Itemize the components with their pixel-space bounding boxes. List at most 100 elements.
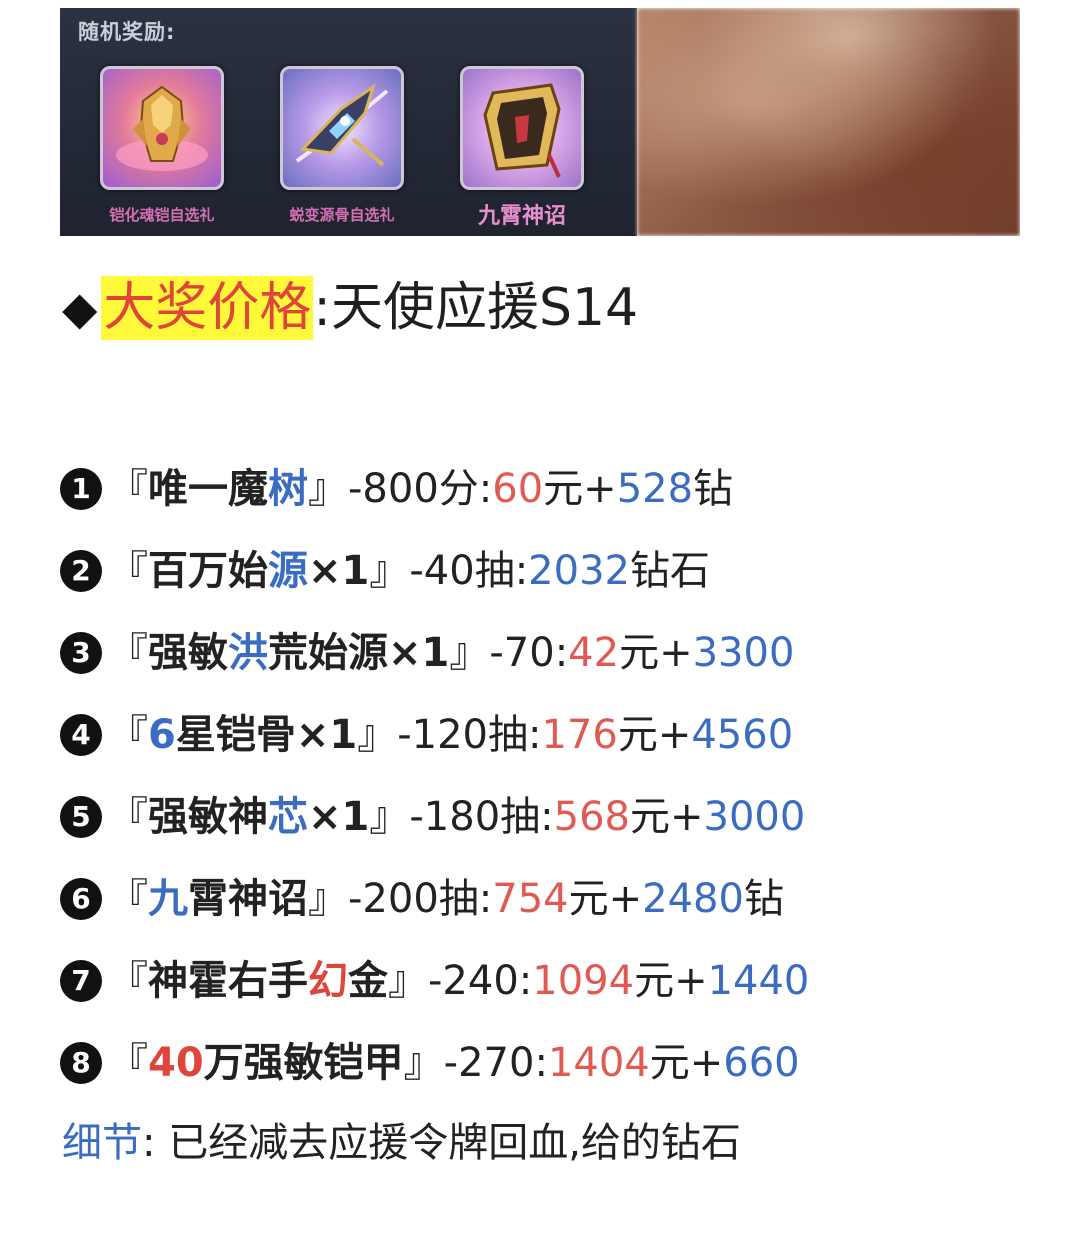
bone-gift-icon [280,66,404,190]
bracket-open: 『 [108,630,148,676]
name-part: 万强敏铠甲 [203,1040,404,1086]
item-cost: -240: [428,958,533,1004]
bracket-close: 』 [308,466,348,512]
bracket-open: 『 [108,466,148,512]
bracket-close: 』 [369,548,410,594]
item-number-icon: 5 [60,796,102,838]
bracket-open: 『 [108,548,148,594]
random-reward-panel: 随机奖励: 铠化魂铠自选礼 蜕变源骨自选礼 九霄神诏 [60,8,637,236]
item-price: 568 [553,794,630,840]
currency-unit: 元 [568,876,609,922]
item-name: 神霍右手幻金 [148,961,388,1001]
list-item: 6 『 九霄神诏 』 -200抽: 754 元 +2480 钻 [60,858,1060,940]
bracket-open: 『 [108,794,148,840]
price-list: 1 『 唯一魔树 』 -800分: 60 元 +528 钻 2 『 百万始源×1 』 … [60,448,1060,1104]
item-name: 40万强敏铠甲 [148,1043,404,1083]
diamond-unit: 钻 [693,466,734,512]
detail-note: 细节: 已经减去应援令牌回血,给的钻石 [62,1110,741,1168]
plus-sign: + [669,794,704,840]
reward-banner: 随机奖励: 铠化魂铠自选礼 蜕变源骨自选礼 九霄神诏 [60,8,1020,236]
reward-item-edict[interactable]: 九霄神诏 [458,66,586,230]
item-price: 1094 [532,958,635,1004]
heading-highlight: 大奖价格 [101,276,314,340]
name-part: 神霍右手 [148,958,308,1004]
name-part: 强敏神 [148,794,268,840]
item-price: 60 [492,466,544,512]
plus-sign: + [674,958,708,1004]
page-heading: ◆ 大奖价格 : 天使应援S14 [62,268,638,348]
item-name: 6星铠骨×1 [148,715,357,755]
item-cost: -40抽: [409,548,529,594]
reward-title: 随机奖励: [78,20,176,44]
item-name: 强敏洪荒始源×1 [148,633,449,673]
name-part: ×1 [308,548,370,594]
bracket-open: 『 [108,876,148,922]
plus-sign: + [659,630,693,676]
bracket-open: 『 [108,1040,148,1086]
item-diamonds: 4560 [691,712,794,758]
currency-unit: 元 [649,1040,690,1086]
currency-unit: 元 [617,712,658,758]
item-cost: -200抽: [348,876,493,922]
name-accent: 40 [148,1040,204,1086]
item-name: 百万始源×1 [148,551,369,591]
currency-unit: 元 [629,794,670,840]
bracket-open: 『 [108,958,148,1004]
item-number-icon: 3 [60,632,102,674]
item-cost: -270: [443,1040,548,1086]
heading-colon: : [313,278,331,338]
list-item: 4 『 6星铠骨×1 』 -120抽: 176 元 +4560 [60,694,1060,776]
item-number-icon: 4 [60,714,102,756]
name-accent: 芯 [268,794,308,840]
item-price: 42 [568,630,620,676]
item-diamonds: 2032 [528,548,630,594]
name-accent: 树 [268,466,308,512]
list-item: 5 『 强敏神芯×1 』 -180抽: 568 元 +3000 [60,776,1060,858]
list-item: 2 『 百万始源×1 』 -40抽: 2032 钻石 [60,530,1060,612]
divine-edict-icon [460,66,584,190]
list-item: 1 『 唯一魔树 』 -800分: 60 元 +528 钻 [60,448,1060,530]
bracket-close: 』 [403,1040,444,1086]
plus-sign: + [583,466,617,512]
item-number-icon: 1 [60,468,102,510]
name-part: 百万始 [148,548,268,594]
list-item: 3 『 强敏洪荒始源×1 』 -70: 42 元 +3300 [60,612,1060,694]
name-accent: 幻 [308,958,348,1004]
item-price: 1404 [547,1040,650,1086]
reward-item-armor[interactable]: 铠化魂铠自选礼 [98,66,226,225]
bracket-close: 』 [449,630,490,676]
item-number-icon: 8 [60,1042,102,1084]
list-item: 8 『 40万强敏铠甲 』 -270: 1404 元 +660 [60,1022,1060,1104]
name-part: 星铠骨×1 [175,712,358,758]
plus-sign: + [689,1040,724,1086]
item-cost: -70: [489,630,569,676]
name-part: 荒始源×1 [268,630,450,676]
diamond-unit: 钻石 [629,548,710,594]
item-price: 754 [492,876,569,922]
item-cost: -800分: [348,466,493,512]
name-part: 霄神诏 [188,876,308,922]
plus-sign: + [608,876,643,922]
name-part: 强敏 [148,630,228,676]
item-price: 176 [541,712,618,758]
reward-item-bone[interactable]: 蜕变源骨自选礼 [278,66,406,225]
plus-sign: + [657,712,692,758]
list-item: 7 『 神霍右手幻金 』 -240: 1094 元 +1440 [60,940,1060,1022]
item-number-icon: 2 [60,550,102,592]
name-accent: 6 [148,712,176,758]
name-accent: 源 [268,548,308,594]
item-number-icon: 7 [60,960,102,1002]
bracket-close: 』 [369,794,410,840]
armor-gift-icon [100,66,224,190]
item-diamonds: 528 [616,466,694,512]
bracket-close: 』 [308,876,348,922]
heading-subject: 天使应援S14 [330,278,639,338]
bracket-open: 『 [108,712,148,758]
item-name: 九霄神诏 [148,879,308,919]
diamond-unit: 钻 [743,876,784,922]
note-colon: : [142,1120,156,1166]
item-name: 强敏神芯×1 [148,797,369,837]
name-part: 唯一魔 [148,466,268,512]
currency-unit: 元 [634,958,675,1004]
reward-caption: 铠化魂铠自选礼 [109,206,215,224]
